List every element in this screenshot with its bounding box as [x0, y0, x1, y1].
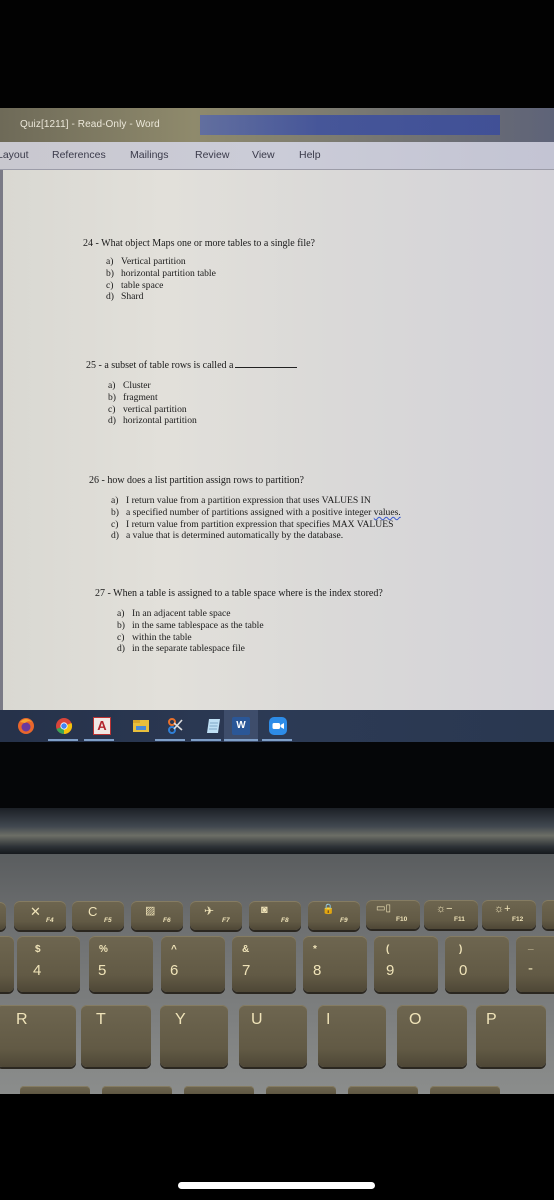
notepad-icon[interactable]: [205, 717, 223, 735]
option-item: d) a value that is determined automatical…: [111, 530, 344, 542]
running-indicator: [262, 739, 292, 741]
option-item: b) horizontal partition table: [106, 267, 216, 279]
key-i[interactable]: I: [318, 1005, 386, 1067]
page-left-edge: [0, 170, 3, 710]
option-item: b) a specified number of partitions assig…: [111, 506, 401, 518]
tab-references[interactable]: References: [52, 149, 106, 161]
home-indicator[interactable]: [178, 1182, 375, 1189]
firefox-icon[interactable]: [17, 717, 35, 735]
key-u[interactable]: U: [239, 1005, 307, 1067]
zoom-icon[interactable]: [269, 717, 287, 735]
tab-review[interactable]: Review: [195, 149, 229, 161]
ribbon-tabs: Layout References Mailings Review View H…: [0, 142, 554, 170]
tab-layout[interactable]: Layout: [0, 149, 29, 161]
key-y[interactable]: Y: [160, 1005, 228, 1067]
question-stem: 26 - how does a list partition assign ro…: [89, 475, 304, 486]
key-f6[interactable]: ▨ F6: [131, 901, 183, 930]
option-item: a) Cluster: [108, 380, 151, 391]
key-f8[interactable]: ◙ F8: [249, 901, 301, 930]
answer-blank: [235, 367, 298, 368]
spellcheck-flagged-word[interactable]: values.: [374, 507, 401, 518]
options-list: a) I return value from a partition expres…: [111, 495, 401, 542]
keyboard-deck: ✕ F4 C F5 ▨ F6 ✈ F7 ◙ F8 🔒 F9 ▭▯ F10 ☼− …: [0, 854, 554, 1096]
question-stem: 27 - When a table is assigned to a table…: [95, 588, 383, 599]
key-partial[interactable]: [0, 936, 14, 992]
key-4[interactable]: $ 4: [17, 936, 80, 992]
option-item: a) Vertical partition: [106, 256, 186, 267]
options-list: a) Vertical partition b) horizontal partit…: [106, 256, 315, 303]
access-icon[interactable]: A: [93, 717, 111, 735]
option-item: a) In an adjacent table space: [117, 608, 231, 619]
option-item: a) I return value from a partition expres…: [111, 495, 371, 506]
option-item: c) vertical partition: [108, 403, 187, 415]
key-partial[interactable]: [0, 902, 6, 930]
key-t[interactable]: T: [81, 1005, 151, 1067]
options-list: a) Cluster b) fragment c) vertical partitio…: [108, 380, 297, 427]
options-list: a) In an adjacent table space b) in the sa…: [117, 608, 383, 655]
laptop-hinge: [0, 808, 554, 854]
screen-bezel-top: [0, 0, 554, 108]
option-item: b) fragment: [108, 391, 158, 403]
snipping-tool-icon[interactable]: [167, 717, 185, 735]
folder-icon[interactable]: [132, 717, 150, 735]
question-stem: 25 - a subset of table rows is called a: [86, 360, 298, 371]
option-item: c) within the table: [117, 631, 192, 643]
option-item: c) I return value from partition expressi…: [111, 518, 394, 530]
key-f11[interactable]: ☼− F11: [424, 900, 478, 929]
question-27: 27 - When a table is assigned to a table…: [95, 588, 383, 655]
option-item: b) in the same tablespace as the table: [117, 619, 264, 631]
key-9[interactable]: ( 9: [374, 936, 438, 992]
key-r[interactable]: R: [0, 1005, 76, 1067]
key-p[interactable]: P: [476, 1005, 546, 1067]
key-f7[interactable]: ✈ F7: [190, 901, 242, 930]
option-item: d) horizontal partition: [108, 415, 197, 427]
question-25: 25 - a subset of table rows is called a …: [86, 360, 298, 427]
key-7[interactable]: & 7: [232, 936, 296, 992]
option-item: c) table space: [106, 279, 164, 291]
key-minus[interactable]: _ -: [516, 936, 554, 992]
key-5[interactable]: % 5: [89, 936, 153, 992]
running-indicator: [48, 739, 78, 741]
chrome-icon[interactable]: [55, 717, 73, 735]
tab-view[interactable]: View: [252, 149, 275, 161]
running-indicator: [191, 739, 221, 741]
word-icon[interactable]: W: [232, 717, 250, 735]
tab-mailings[interactable]: Mailings: [130, 149, 169, 161]
key-f12[interactable]: ☼+ F12: [482, 900, 536, 929]
question-26: 26 - how does a list partition assign ro…: [89, 475, 401, 542]
running-indicator: [155, 739, 185, 741]
key-f5[interactable]: C F5: [72, 901, 124, 930]
question-24: 24 - What object Maps one or more tables…: [83, 238, 315, 303]
key-f10[interactable]: ▭▯ F10: [366, 900, 420, 929]
window-title: Quiz[1211] - Read-Only - Word: [20, 119, 160, 130]
active-indicator: [224, 739, 258, 741]
tab-help[interactable]: Help: [299, 149, 321, 161]
key-partial[interactable]: [542, 900, 554, 929]
option-item: d) Shard: [106, 291, 144, 303]
key-o[interactable]: O: [397, 1005, 467, 1067]
option-item: d) in the separate tablespace file: [117, 643, 245, 655]
key-6[interactable]: ^ 6: [161, 936, 225, 992]
document-page[interactable]: 24 - What object Maps one or more tables…: [0, 170, 554, 710]
screen-bezel-bottom: [0, 742, 554, 808]
key-f9[interactable]: 🔒 F9: [308, 901, 360, 930]
key-8[interactable]: * 8: [303, 936, 367, 992]
running-indicator: [84, 739, 114, 741]
title-bar: Quiz[1211] - Read-Only - Word: [0, 108, 554, 142]
taskbar: A W: [0, 710, 554, 742]
key-f4[interactable]: ✕ F4: [14, 901, 66, 930]
key-0[interactable]: ) 0: [445, 936, 509, 992]
search-box[interactable]: [200, 115, 500, 135]
question-stem: 24 - What object Maps one or more tables…: [83, 238, 315, 249]
